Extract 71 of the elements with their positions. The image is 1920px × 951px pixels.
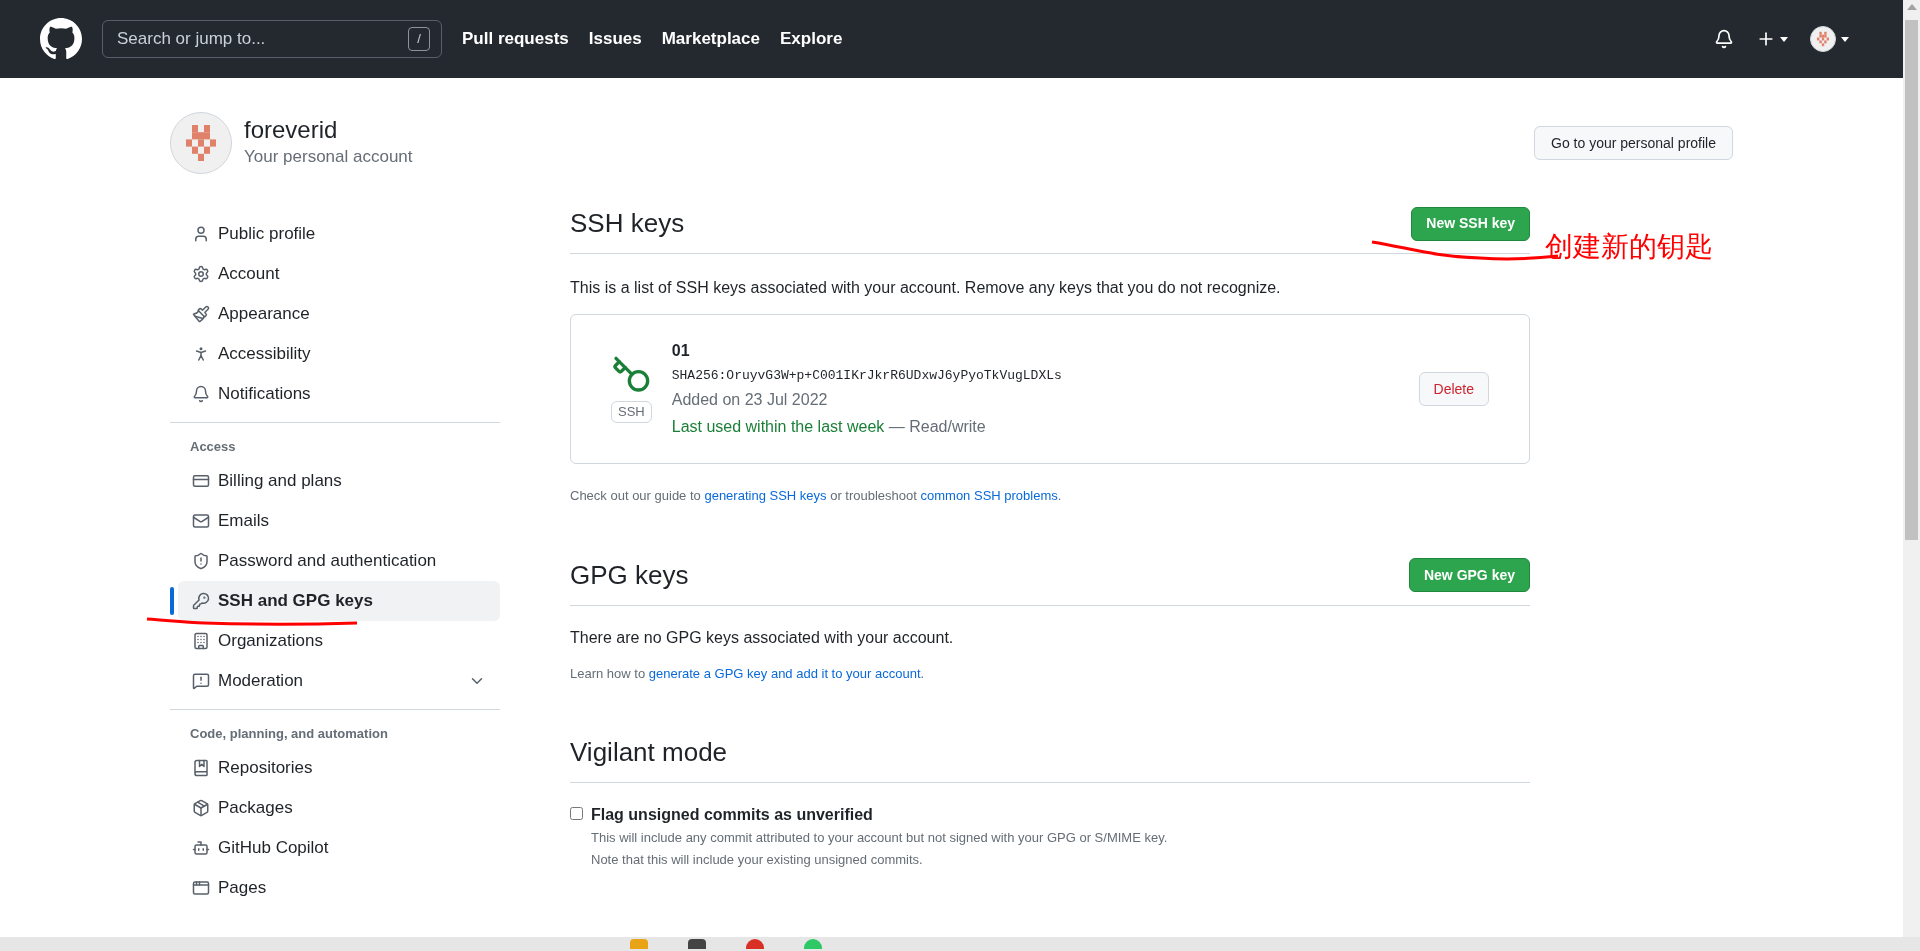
sidebar-icon [192, 265, 210, 283]
taskbar-app-icon[interactable] [688, 939, 706, 949]
sidebar-icon [192, 839, 210, 857]
account-name: foreverid [244, 116, 339, 145]
section-title: Vigilant mode [570, 736, 728, 769]
link[interactable]: generating SSH keys [704, 488, 827, 503]
sidebar-icon [192, 472, 210, 490]
gpg-guide-text: Learn how to generate a GPG key and add it to your account. [570, 664, 926, 683]
key-type-badge: SSH [611, 401, 652, 423]
sidebar-item[interactable]: Billing and plans [178, 461, 500, 501]
sidebar-icon [192, 592, 210, 610]
sidebar-item[interactable]: Account [178, 254, 500, 294]
ssh-description: This is a list of SSH keys associated with your account. Remove any keys that you do not recognize. [570, 278, 1282, 298]
link[interactable]: generate a GPG key and add it to your account [648, 665, 921, 681]
key-title: 01 [671, 340, 691, 361]
sidebar-icon [192, 512, 210, 530]
caret-icon[interactable] [1841, 36, 1849, 42]
sidebar-icon [192, 385, 210, 403]
ssh-guide-text: Check out our guide to generating SSH keys or troubleshoot common SSH problems. [570, 487, 1063, 505]
sidebar-icon [192, 799, 210, 817]
sidebar-item[interactable]: Emails [178, 501, 500, 541]
option-description: Note that this will include your existing unsigned commits. [591, 851, 924, 869]
key-last-used: Last used within the last week [671, 418, 885, 436]
section-title: GPG keys [570, 558, 689, 592]
checkbox-label: Flag unsigned commits as unverified [591, 805, 874, 825]
section-title: SSH keys [570, 207, 685, 240]
sidebar-icon [192, 672, 210, 690]
checkbox[interactable] [570, 807, 583, 820]
profile-button[interactable]: Go to your personal profile [1534, 126, 1733, 160]
annotation-text: 创建新的钥匙 [1545, 229, 1713, 265]
sidebar-item[interactable]: Accessibility [178, 334, 500, 374]
sidebar-icon [192, 552, 210, 570]
avatar-icon [1810, 26, 1836, 52]
github-logo-icon[interactable] [40, 18, 82, 60]
gpg-empty-text: There are no GPG keys associated with your account. [570, 627, 955, 648]
sidebar-item[interactable]: Notifications [178, 374, 500, 414]
key-fingerprint: SHA256:OruyvG3W+p+C001IKrJkrR6UDxwJ6yPyoTkVugLDXLs [671, 366, 1062, 385]
nav-link[interactable]: Marketplace [661, 26, 760, 52]
sidebar-item[interactable]: Pages [178, 868, 500, 908]
sidebar-item[interactable]: Appearance [178, 294, 500, 334]
caret-icon[interactable] [1780, 36, 1788, 42]
option-description: This will include any commit attributed to your account but not signed with your GPG or S/MIME key. [591, 829, 1168, 847]
selected-indicator [170, 587, 174, 615]
scrollbar-thumb[interactable] [1905, 20, 1918, 540]
scrollbar[interactable] [1903, 0, 1920, 937]
sidebar-item[interactable]: GitHub Copilot [178, 828, 500, 868]
sidebar-heading: Code, planning, and automation [189, 725, 389, 744]
sidebar-icon [192, 305, 210, 323]
nav-link[interactable]: Issues [588, 26, 642, 52]
sidebar-heading: Access [189, 438, 237, 457]
taskbar-app-icon[interactable] [746, 939, 764, 949]
delete-button[interactable]: Delete [1418, 372, 1489, 406]
link[interactable]: common SSH problems [920, 488, 1058, 503]
key-access: — Read/write [888, 418, 986, 436]
sidebar-icon [192, 225, 210, 243]
sidebar-item[interactable]: Organizations [178, 621, 500, 661]
sidebar-icon [192, 632, 210, 650]
slash-key: / [408, 27, 430, 51]
sidebar-item[interactable]: Moderation [178, 661, 500, 701]
sidebar-item[interactable]: Public profile [178, 214, 500, 254]
sidebar-item[interactable]: SSH and GPG keys [178, 581, 500, 621]
nav-link[interactable]: Pull requests [462, 26, 569, 52]
notifications-bell-icon[interactable] [1714, 29, 1734, 49]
sidebar-item[interactable]: Packages [178, 788, 500, 828]
sidebar-icon [192, 759, 210, 777]
account-subtitle: Your personal account [244, 146, 413, 169]
key-added-date: Added on 23 Jul 2022 [671, 390, 829, 411]
sidebar-item[interactable]: Repositories [178, 748, 500, 788]
sidebar-item[interactable]: Password and authentication [178, 541, 500, 581]
nav-link[interactable]: Explore [780, 26, 843, 52]
sidebar-icon [192, 879, 210, 897]
